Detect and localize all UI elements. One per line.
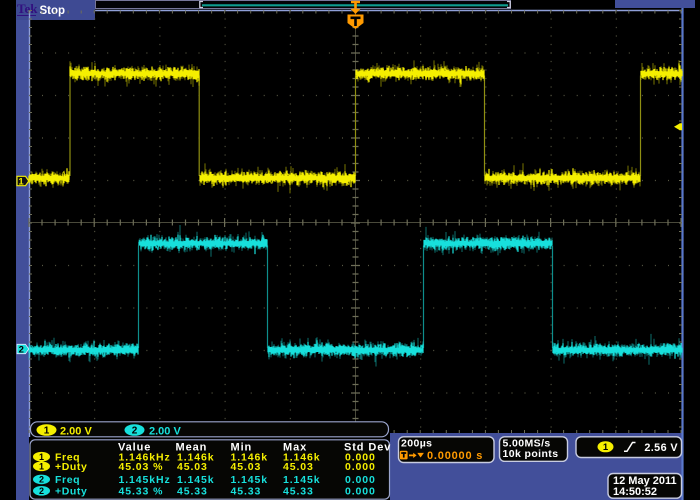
svg-text:2: 2 — [39, 475, 44, 485]
svg-text:2.00 V: 2.00 V — [149, 426, 181, 438]
svg-text:2.00 V: 2.00 V — [60, 426, 92, 438]
svg-text:45.03: 45.03 — [231, 461, 262, 473]
svg-text:45.03: 45.03 — [283, 461, 314, 473]
svg-text:45.33: 45.33 — [231, 486, 262, 498]
svg-text:1: 1 — [18, 176, 24, 187]
svg-text:45.03 %: 45.03 % — [119, 461, 164, 473]
svg-text:45.33: 45.33 — [283, 486, 314, 498]
svg-text:2: 2 — [39, 486, 44, 496]
svg-text:+Duty: +Duty — [55, 486, 87, 498]
svg-text:45.33: 45.33 — [177, 486, 208, 498]
svg-text:45.33 %: 45.33 % — [119, 486, 164, 498]
svg-text:45.03: 45.03 — [177, 461, 208, 473]
svg-text:1: 1 — [39, 462, 44, 472]
svg-text:+Duty: +Duty — [55, 461, 87, 473]
svg-text:0.00000 s: 0.00000 s — [427, 450, 483, 462]
svg-text:Freq: Freq — [55, 474, 80, 486]
svg-text:200µs: 200µs — [401, 438, 432, 450]
svg-text:1: 1 — [44, 426, 50, 437]
svg-text:0.000: 0.000 — [345, 461, 376, 473]
svg-text:14:50:52: 14:50:52 — [613, 486, 657, 498]
svg-text:10k points: 10k points — [503, 448, 559, 460]
svg-text:1.145k: 1.145k — [231, 474, 269, 486]
svg-text:0.000: 0.000 — [345, 474, 376, 486]
svg-text:1.145k: 1.145k — [177, 474, 215, 486]
svg-text:2.56 V: 2.56 V — [644, 442, 678, 454]
svg-text:1.145k: 1.145k — [283, 474, 321, 486]
svg-text:1: 1 — [603, 442, 609, 453]
svg-text:1: 1 — [39, 452, 44, 462]
svg-text:0.000: 0.000 — [345, 486, 376, 498]
svg-text:1.145kHz: 1.145kHz — [119, 474, 171, 486]
svg-text:2: 2 — [19, 344, 24, 355]
svg-text:2: 2 — [132, 426, 138, 437]
